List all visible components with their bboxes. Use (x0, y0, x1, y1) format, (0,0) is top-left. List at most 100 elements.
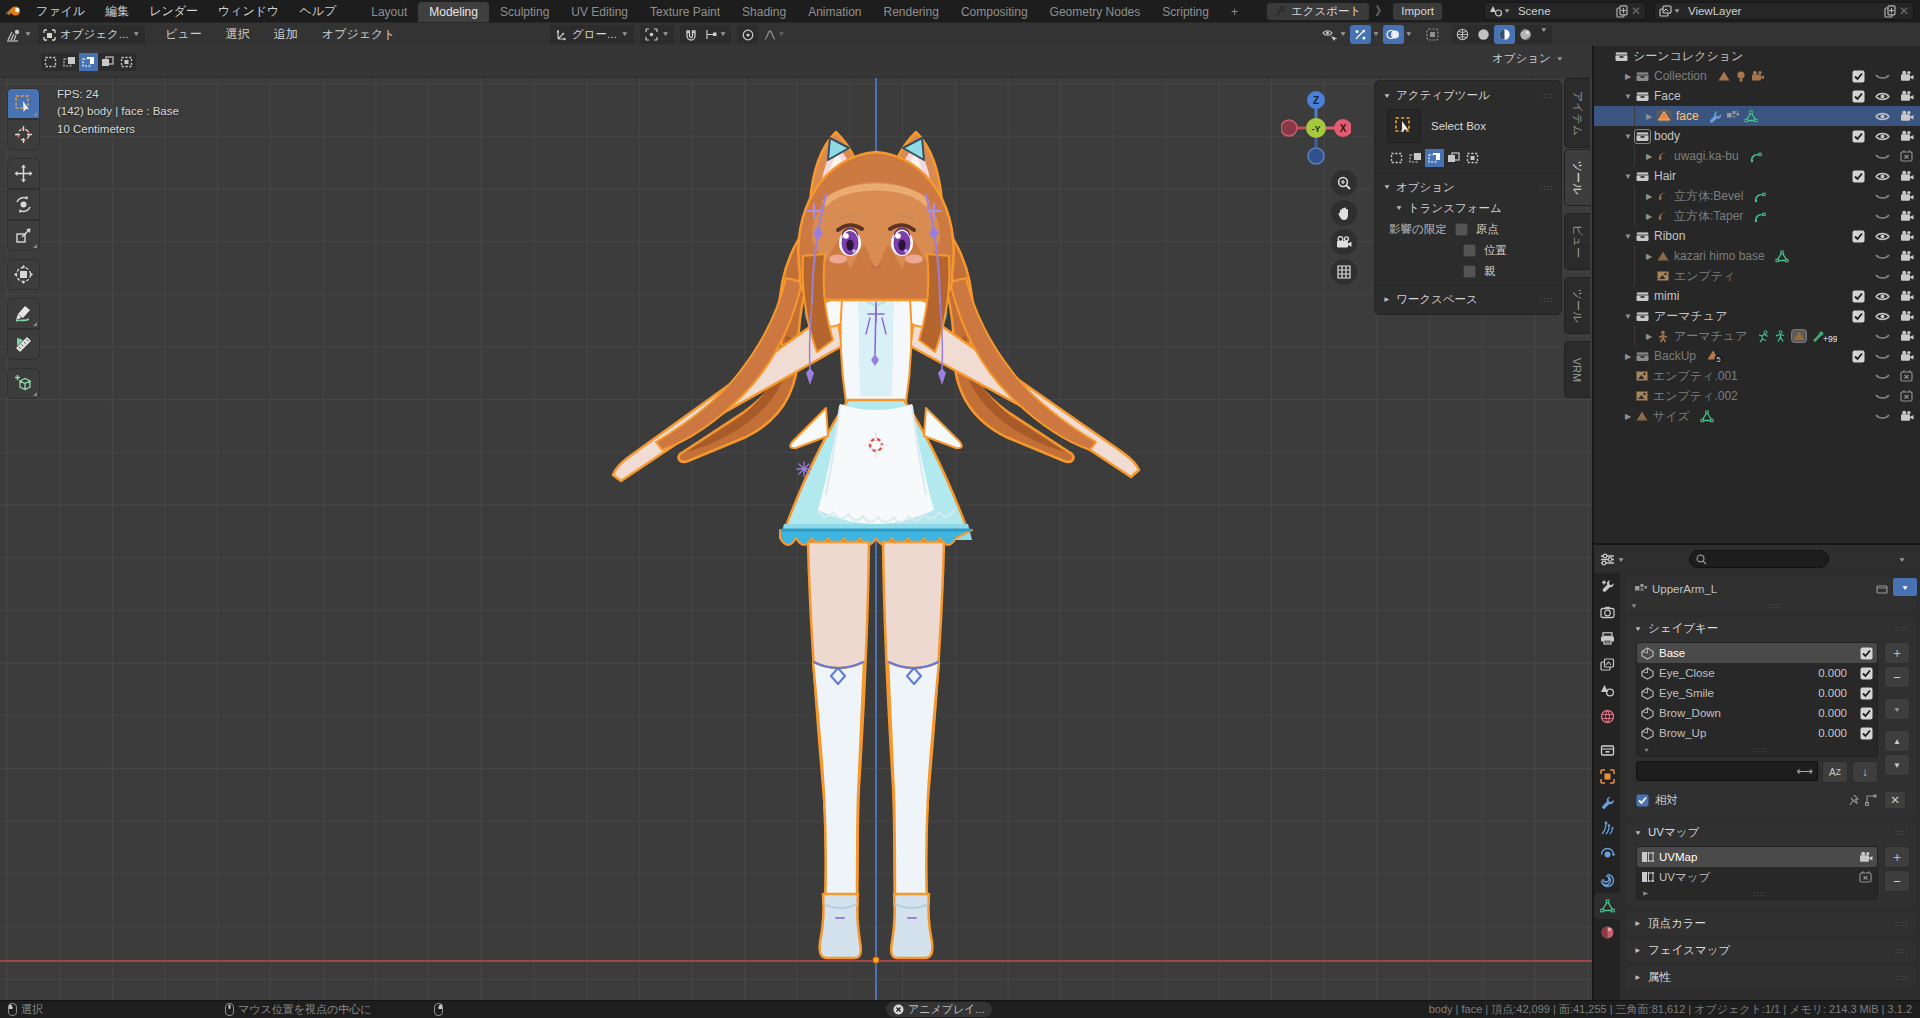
vgroup-specials-button[interactable]: ▼ (1892, 577, 1918, 597)
scene-selector[interactable]: ▼ Scene ✕ (1484, 2, 1646, 20)
tab-collection[interactable] (1594, 737, 1620, 763)
proportional-edit-toggle[interactable] (737, 25, 758, 44)
camera-x-toggle[interactable] (1899, 150, 1914, 162)
shading-rendered[interactable] (1515, 25, 1536, 44)
zoom-button[interactable] (1331, 170, 1357, 196)
eye-open-toggle[interactable] (1875, 131, 1890, 142)
outliner-row-エンプティ.001[interactable]: エンプティ.001 (1594, 366, 1920, 386)
workspace-tab-uv-editing[interactable]: UV Editing (560, 2, 639, 22)
eye-closed-toggle[interactable] (1875, 331, 1890, 342)
check-toggle[interactable] (1851, 170, 1866, 183)
blender-logo[interactable] (0, 4, 26, 18)
remove-shape-key[interactable]: − (1884, 666, 1910, 688)
side-tab-1[interactable]: ツール (1564, 149, 1590, 206)
camera-toggle[interactable] (1899, 190, 1914, 202)
tab-physics[interactable] (1594, 841, 1620, 867)
shading-dropdown[interactable]: ▼ (1540, 27, 1548, 42)
tab-data[interactable] (1594, 893, 1620, 919)
side-tab-3[interactable]: ツール (1564, 277, 1590, 334)
side-tab-0[interactable]: アイテム (1564, 78, 1590, 148)
properties-search[interactable] (1689, 550, 1829, 568)
shape-key-Brow_Down[interactable]: Brow_Down0.000 (1637, 703, 1877, 723)
select-mode-new[interactable] (1387, 149, 1406, 167)
expand-arrow[interactable]: ▶ (1644, 212, 1654, 221)
uv-maps-header[interactable]: ▼UVマップ:::: (1626, 821, 1916, 844)
move-key-down[interactable]: ▼ (1884, 754, 1910, 776)
shape-keys-header[interactable]: ▼シェイプキー:::: (1626, 617, 1916, 640)
tab-object[interactable] (1594, 763, 1620, 789)
pan-button[interactable] (1331, 200, 1357, 226)
eye-closed-toggle[interactable] (1875, 151, 1890, 162)
select-mode-invert[interactable] (98, 53, 117, 71)
check-toggle[interactable] (1851, 90, 1866, 103)
new-scene-icon[interactable] (1616, 5, 1628, 18)
shape-key-value[interactable]: 0.000 (1818, 727, 1847, 739)
shape-key-Base[interactable]: Base (1637, 643, 1877, 663)
shape-key-value[interactable]: 0.000 (1818, 707, 1847, 719)
expand-arrow[interactable]: ▶ (1644, 152, 1654, 161)
eye-closed-toggle[interactable] (1875, 351, 1890, 362)
workspace-tab-scripting[interactable]: Scripting (1151, 2, 1220, 22)
eye-closed-toggle[interactable] (1875, 211, 1890, 222)
camera-toggle[interactable] (1899, 110, 1914, 122)
select-mode-intersect[interactable] (1463, 149, 1482, 167)
eye-open-toggle[interactable] (1875, 171, 1890, 182)
check-toggle[interactable] (1851, 290, 1866, 303)
shape-key-mute[interactable] (1860, 667, 1873, 680)
remove-uv-map[interactable]: − (1884, 870, 1910, 892)
options-header[interactable]: ▼ オプション :::: (1375, 177, 1561, 198)
shape-key-Eye_Smile[interactable]: Eye_Smile0.000 (1637, 683, 1877, 703)
eye-closed-toggle[interactable] (1875, 371, 1890, 382)
outliner-row-BackUp[interactable]: ▶BackUp5 (1594, 346, 1920, 366)
outliner-row-立方体:Taper[interactable]: ▶立方体:Taper (1594, 206, 1920, 226)
expand-arrow[interactable]: ▶ (1623, 352, 1633, 361)
snap-toggle[interactable] (680, 25, 701, 44)
tool-select-box[interactable] (7, 88, 40, 119)
outliner-row-Face[interactable]: ▼Face (1594, 86, 1920, 106)
workspace-tab-animation[interactable]: Animation (797, 2, 872, 22)
shape-key-Brow_Up[interactable]: Brow_Up0.000 (1637, 723, 1877, 743)
outliner-row-Hair[interactable]: ▼Hair (1594, 166, 1920, 186)
tab-material[interactable] (1594, 919, 1620, 945)
anim-play-badge[interactable]: アニメプレイ... (886, 1002, 992, 1017)
options-dropdown[interactable]: オプション▼ (1492, 51, 1564, 66)
select-mode-subtract[interactable] (1425, 149, 1444, 167)
menu-4[interactable]: ヘルプ (289, 3, 346, 20)
expand-arrow[interactable]: ▼ (1623, 132, 1633, 141)
outliner-row-立方体:Bevel[interactable]: ▶立方体:Bevel (1594, 186, 1920, 206)
pin-icon[interactable] (1847, 794, 1859, 806)
camera-toggle[interactable] (1899, 330, 1914, 342)
select-mode-extend[interactable] (60, 53, 79, 71)
outliner-row-mimi[interactable]: mimi (1594, 286, 1920, 306)
tab-render[interactable] (1594, 599, 1620, 625)
tool-cursor[interactable] (7, 119, 40, 150)
vp-menu-3[interactable]: オブジェクト (310, 26, 408, 43)
select-mode-new[interactable] (41, 53, 60, 71)
expand-arrow[interactable]: ▶ (1644, 112, 1654, 121)
eye-open-toggle[interactable] (1875, 91, 1890, 102)
vgroup-pin-icon[interactable] (1865, 794, 1878, 806)
outliner-row-アーマチュア[interactable]: ▼アーマチュア (1594, 306, 1920, 326)
camera-toggle[interactable] (1899, 70, 1914, 82)
workspace-tab-compositing[interactable]: Compositing (950, 2, 1039, 22)
vertex-group-row[interactable]: UpperArm_L (1630, 579, 1912, 599)
add-workspace-button[interactable]: + (1220, 2, 1249, 22)
select-box-tool-icon[interactable] (1387, 109, 1421, 143)
workspace-tab-texture-paint[interactable]: Texture Paint (639, 2, 731, 22)
workspace-tab-rendering[interactable]: Rendering (873, 2, 950, 22)
panel-grip[interactable]: :::: (1540, 91, 1553, 100)
camera-x-toggle[interactable] (1899, 390, 1914, 402)
eye-open-toggle[interactable] (1875, 311, 1890, 322)
eye-open-toggle[interactable] (1875, 111, 1890, 122)
tab-output[interactable] (1594, 625, 1620, 651)
eye-closed-toggle[interactable] (1875, 271, 1890, 282)
workspace-tab-geometry-nodes[interactable]: Geometry Nodes (1039, 2, 1152, 22)
check-toggle[interactable] (1851, 350, 1866, 363)
tool-move[interactable] (7, 158, 40, 189)
outliner-row-エンプティ.002[interactable]: エンプティ.002 (1594, 386, 1920, 406)
gizmo-toggle[interactable] (1350, 25, 1371, 44)
camera-toggle[interactable] (1899, 410, 1914, 422)
gizmo-minus-x-axis[interactable] (1281, 120, 1297, 136)
transform-subheader[interactable]: ▼ トランスフォーム (1375, 198, 1561, 219)
uv-map-UVマップ[interactable]: UVマップ (1637, 867, 1877, 887)
